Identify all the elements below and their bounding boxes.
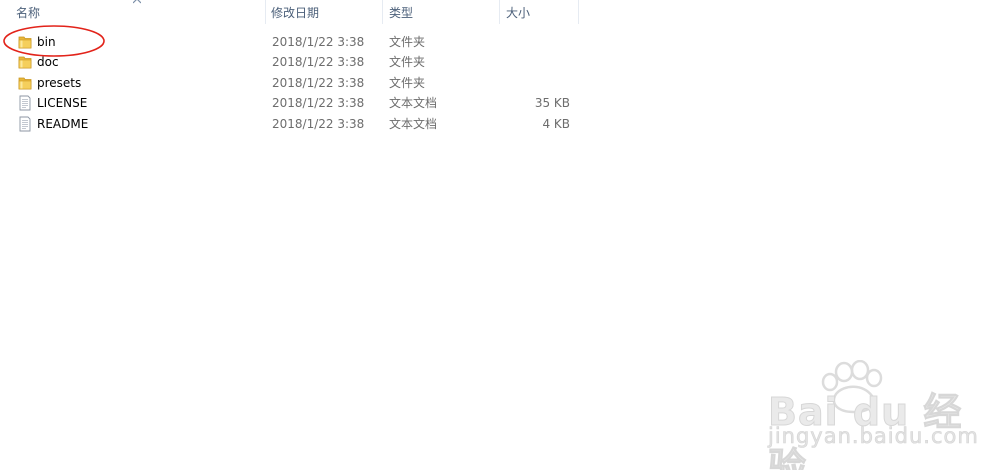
file-modified-date: 2018/1/22 3:38 bbox=[272, 35, 365, 49]
column-divider[interactable] bbox=[499, 0, 500, 24]
column-header-size[interactable]: 大小 bbox=[506, 0, 578, 26]
file-type: 文本文档 bbox=[389, 96, 438, 110]
file-type: 文件夹 bbox=[389, 55, 426, 69]
watermark-url: jingyan.baidu.com bbox=[768, 424, 979, 449]
column-divider[interactable] bbox=[382, 0, 383, 24]
file-row-presets[interactable]: presets 2018/1/22 3:38 文件夹 bbox=[0, 73, 580, 93]
file-size bbox=[500, 52, 570, 72]
column-header-size-label: 大小 bbox=[506, 6, 531, 20]
file-size bbox=[500, 32, 570, 52]
file-modified-date: 2018/1/22 3:38 bbox=[272, 76, 365, 90]
file-type: 文件夹 bbox=[389, 76, 426, 90]
column-divider[interactable] bbox=[265, 0, 266, 24]
sort-ascending-icon bbox=[132, 0, 142, 4]
column-header-bar: 名称 修改日期 类型 大小 bbox=[0, 0, 1000, 26]
column-divider[interactable] bbox=[578, 0, 579, 24]
column-header-type-label: 类型 bbox=[389, 6, 414, 20]
column-header-date-label: 修改日期 bbox=[271, 6, 320, 20]
file-size: 35 KB bbox=[534, 96, 570, 110]
text-file-icon bbox=[18, 116, 32, 132]
file-name: README bbox=[37, 117, 89, 131]
file-size bbox=[500, 73, 570, 93]
annotation-ellipse bbox=[3, 25, 105, 57]
file-type: 文件夹 bbox=[389, 35, 426, 49]
file-modified-date: 2018/1/22 3:38 bbox=[272, 117, 365, 131]
file-type: 文本文档 bbox=[389, 117, 438, 131]
file-row-license[interactable]: LICENSE 2018/1/22 3:38 文本文档 35 KB bbox=[0, 93, 580, 113]
folder-icon bbox=[18, 75, 32, 91]
file-size: 4 KB bbox=[542, 117, 570, 131]
text-file-icon bbox=[18, 95, 32, 111]
file-name: LICENSE bbox=[37, 96, 88, 110]
column-header-name-label: 名称 bbox=[16, 6, 41, 20]
column-header-date[interactable]: 修改日期 bbox=[271, 0, 383, 26]
column-header-type[interactable]: 类型 bbox=[389, 0, 499, 26]
file-name: presets bbox=[37, 76, 82, 90]
file-modified-date: 2018/1/22 3:38 bbox=[272, 96, 365, 110]
file-row-readme[interactable]: README 2018/1/22 3:38 文本文档 4 KB bbox=[0, 114, 580, 134]
file-modified-date: 2018/1/22 3:38 bbox=[272, 55, 365, 69]
file-explorer-details-view: 名称 修改日期 类型 大小 bin 2018/1/22 3:38 文件夹 doc… bbox=[0, 0, 1000, 470]
